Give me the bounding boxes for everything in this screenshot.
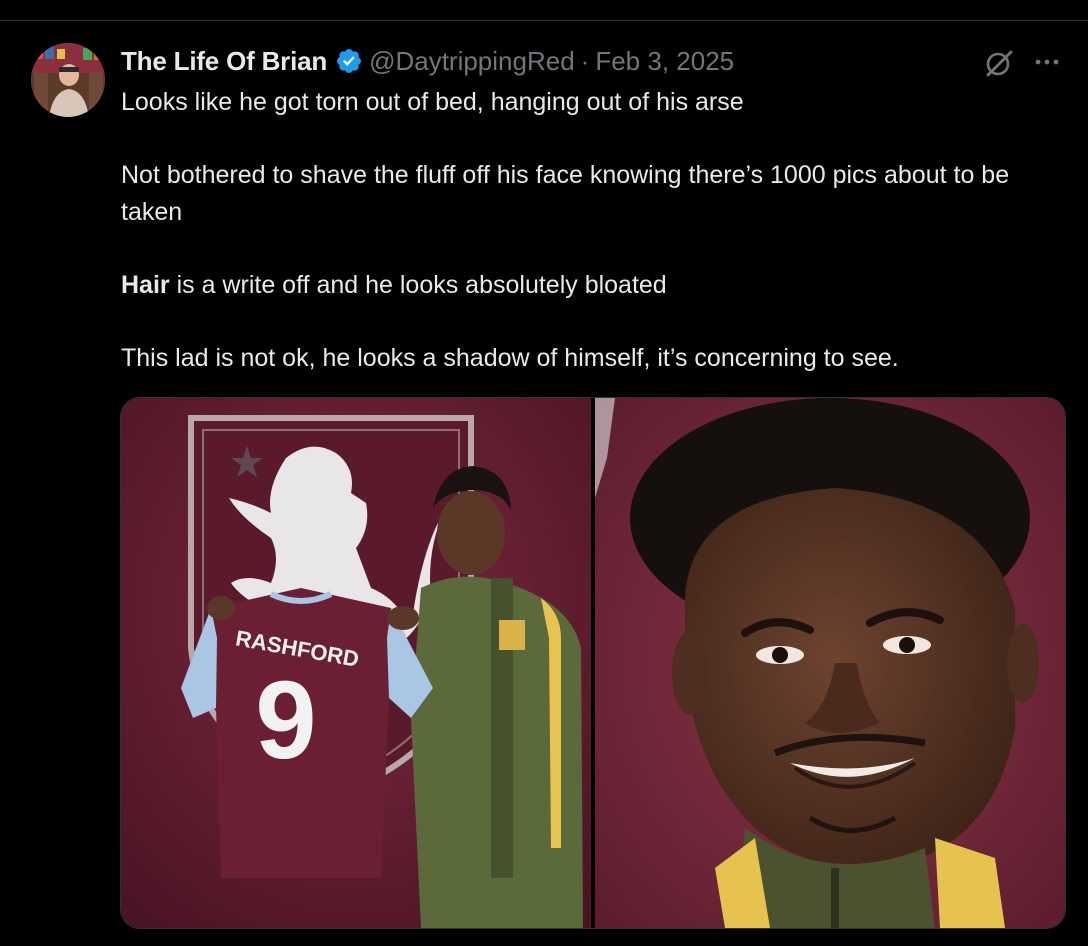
tweet-paragraph-3-rest: is a write off and he looks absolutely b…	[169, 271, 667, 299]
photo-player-with-jersey[interactable]: RASHFORD 9	[121, 398, 591, 928]
tweet-header: The Life Of Brian @DaytrippingRed · Feb …	[121, 44, 734, 78]
tweet-paragraph-1: Looks like he got torn out of bed, hangi…	[121, 88, 744, 116]
author-name[interactable]: The Life Of Brian	[121, 46, 327, 77]
bold-word: Hair	[121, 271, 170, 299]
photo-player-closeup[interactable]	[595, 398, 1065, 928]
tweet-text: Looks like he got torn out of bed, hangi…	[121, 84, 1071, 377]
tweet-paragraph-3: Hair is a write off and he looks absolut…	[121, 267, 1071, 304]
jersey-number-text: 9	[255, 659, 316, 782]
author-handle[interactable]: @DaytrippingRed	[369, 46, 575, 77]
tweet-paragraph-2: Not bothered to shave the fluff off his …	[121, 161, 1010, 226]
more-options-icon[interactable]	[1030, 48, 1064, 76]
tweet-date[interactable]: Feb 3, 2025	[595, 46, 734, 77]
avatar[interactable]	[31, 43, 105, 117]
verified-badge-icon[interactable]	[335, 47, 363, 75]
media-grid[interactable]: RASHFORD 9	[120, 397, 1066, 929]
avatar-image	[31, 43, 105, 117]
top-divider	[0, 20, 1088, 21]
tweet-paragraph-4: This lad is not ok, he looks a shadow of…	[121, 344, 899, 372]
grok-icon[interactable]	[983, 47, 1015, 79]
separator: ·	[580, 45, 590, 76]
